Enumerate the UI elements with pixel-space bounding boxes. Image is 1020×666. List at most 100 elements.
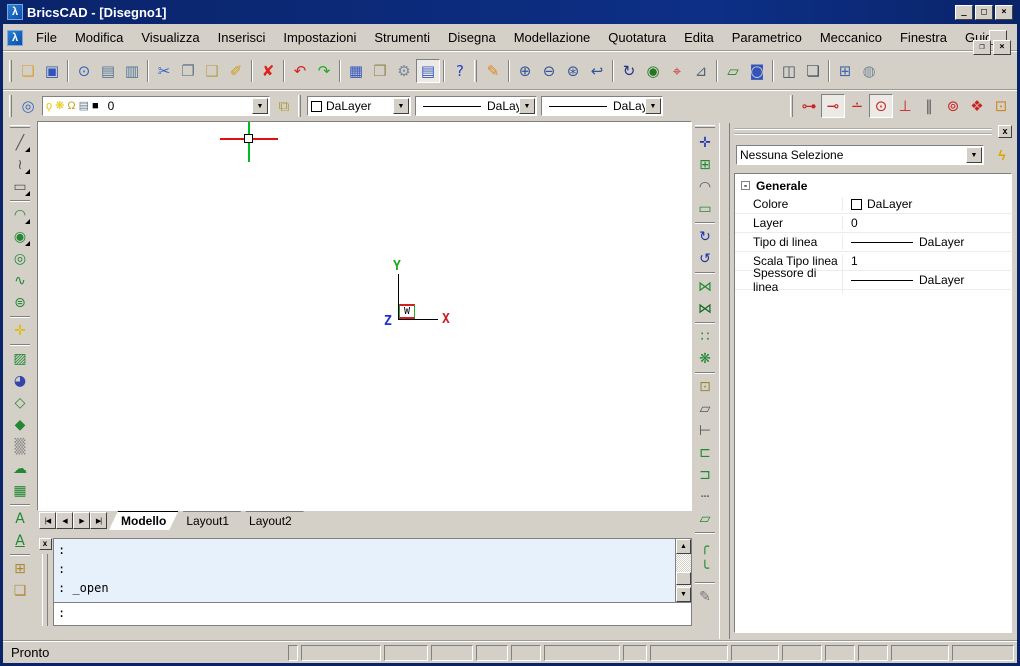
snap-insertion-button[interactable]: ⊡ [989,94,1013,118]
copy-entities-button[interactable]: ⊞ [694,154,717,176]
status-cell[interactable] [782,645,822,661]
sheet-set-button[interactable]: ❒ [368,59,392,83]
break-button[interactable]: ⊐ [694,464,717,486]
snap-midpoint-button[interactable]: ∸ [845,94,869,118]
properties-panel-button[interactable]: ▤ [416,59,440,83]
menu-item[interactable]: Disegna [439,26,505,49]
menu-item[interactable]: Modifica [66,26,132,49]
snap-center-button[interactable]: ⊙ [869,94,893,118]
new-view-button[interactable]: ❏ [801,59,825,83]
panel-grab-bar[interactable] [734,128,992,135]
drawing-explorer-button[interactable]: ▦ [344,59,368,83]
layer-combobox[interactable]: ϙ❋Ω▤■ 0 ▼ [42,96,270,116]
menu-item[interactable]: File [27,26,66,49]
property-row-colore[interactable]: Colore DaLayer [735,195,1011,214]
settings-button[interactable]: ⚙ [392,59,416,83]
status-cell[interactable] [825,645,855,661]
scroll-thumb[interactable] [676,572,691,585]
status-cell[interactable] [731,645,779,661]
hatch-button[interactable]: ▨ [9,348,32,370]
move-button[interactable]: ✛ [694,132,717,154]
panel-sash[interactable] [719,123,730,639]
table-button[interactable]: ▦ [9,480,32,502]
layout-tab[interactable]: Modello [109,511,178,530]
minimize-button[interactable]: _ [955,5,973,20]
visual-styles-button[interactable]: ▱ [721,59,745,83]
circle-button[interactable]: ◉ [9,226,32,248]
menu-item[interactable]: Parametrico [723,26,811,49]
help-button[interactable]: ? [448,59,472,83]
print-settings-button[interactable]: ▥ [120,59,144,83]
linetype-combobox[interactable]: DaLayer ▼ [415,96,537,116]
status-cell[interactable] [431,645,473,661]
zoom-in-button[interactable]: ⊕ [513,59,537,83]
look-from-button[interactable]: ◉ [641,59,665,83]
property-row-layer[interactable]: Layer 0 [735,214,1011,233]
selection-combobox[interactable]: Nessuna Selezione ▼ [736,145,984,165]
dropdown-arrow-icon[interactable]: ▼ [645,98,661,114]
collapse-icon[interactable]: - [741,181,750,190]
rotate-3d-button[interactable]: ↺ [694,248,717,270]
stretch-button[interactable]: ▭ [694,198,717,220]
command-grip[interactable] [42,554,48,626]
line-button[interactable]: ╱ [9,132,32,154]
redline-button[interactable]: ✎ [481,59,505,83]
attach-button[interactable]: ❏ [9,580,32,602]
extend-button[interactable]: ⊢ [694,420,717,442]
menu-item[interactable]: Quotatura [599,26,675,49]
command-scrollbar[interactable]: ▲ ▼ [675,539,691,602]
dropdown-arrow-icon[interactable]: ▼ [519,98,535,114]
polyline-button[interactable]: ≀ [9,154,32,176]
match-properties-button[interactable]: ✐ [224,59,248,83]
dropdown-arrow-icon[interactable]: ▼ [966,147,982,163]
gradient-button[interactable]: ◕ [9,370,32,392]
snap-nearest-button[interactable]: ⊶ [797,94,821,118]
spline-button[interactable]: ∿ [9,270,32,292]
drawing-canvas[interactable]: Y W X Z [37,121,692,511]
status-cell[interactable] [952,645,1014,661]
menu-item[interactable]: Meccanico [811,26,891,49]
ellipse-button[interactable]: ⊜ [9,292,32,314]
menu-item[interactable]: Edita [675,26,723,49]
panel-close-button[interactable]: x [998,125,1012,138]
status-cell[interactable] [858,645,888,661]
document-icon[interactable]: λ [7,30,23,46]
zoom-extents-button[interactable]: ⊛ [561,59,585,83]
redo-button[interactable]: ↷ [312,59,336,83]
wipeout-button[interactable]: ▒ [9,436,32,458]
zoom-previous-button[interactable]: ↩ [585,59,609,83]
donut-button[interactable]: ◎ [9,248,32,270]
render-button[interactable]: ◙ [745,59,769,83]
insert-block-button[interactable]: ⊞ [9,558,32,580]
offset-button[interactable]: ◠ [694,176,717,198]
revision-cloud-button[interactable]: ☁ [9,458,32,480]
scroll-track[interactable] [676,554,691,587]
status-cell[interactable] [544,645,620,661]
command-input[interactable]: : [54,603,691,623]
array-button[interactable]: ∷ [694,326,717,348]
rotate-button[interactable]: ↻ [694,226,717,248]
boundary-button[interactable]: ◇ [9,392,32,414]
orbit-button[interactable]: ↻ [617,59,641,83]
menu-item[interactable]: Impostazioni [274,26,365,49]
section-header-generale[interactable]: - Generale [735,176,1011,195]
print-preview-button[interactable]: ⊙ [72,59,96,83]
fillet-button[interactable]: ╭ [694,536,717,558]
menu-item[interactable]: Strumenti [365,26,439,49]
tab-prev-button[interactable]: ◀ [56,512,73,529]
tab-first-button[interactable]: |◀ [39,512,56,529]
snap-quadrant-button[interactable]: ❖ [965,94,989,118]
delete-button[interactable]: ✘ [256,59,280,83]
print-button[interactable]: ▤ [96,59,120,83]
paste-button[interactable]: ❑ [200,59,224,83]
layout-tab[interactable]: Layout2 [237,511,304,530]
status-cell[interactable] [623,645,647,661]
menu-item[interactable]: Modellazione [505,26,600,49]
mirror-button[interactable]: ⋈ [694,276,717,298]
trim-button[interactable]: ▱ [694,398,717,420]
command-history[interactable]: ::: _open [54,539,675,602]
mirror-3d-button[interactable]: ⋈ [694,298,717,320]
menu-item[interactable]: Finestra [891,26,956,49]
scroll-down-icon[interactable]: ▼ [676,587,691,602]
mdi-close-button[interactable]: × [993,40,1011,55]
